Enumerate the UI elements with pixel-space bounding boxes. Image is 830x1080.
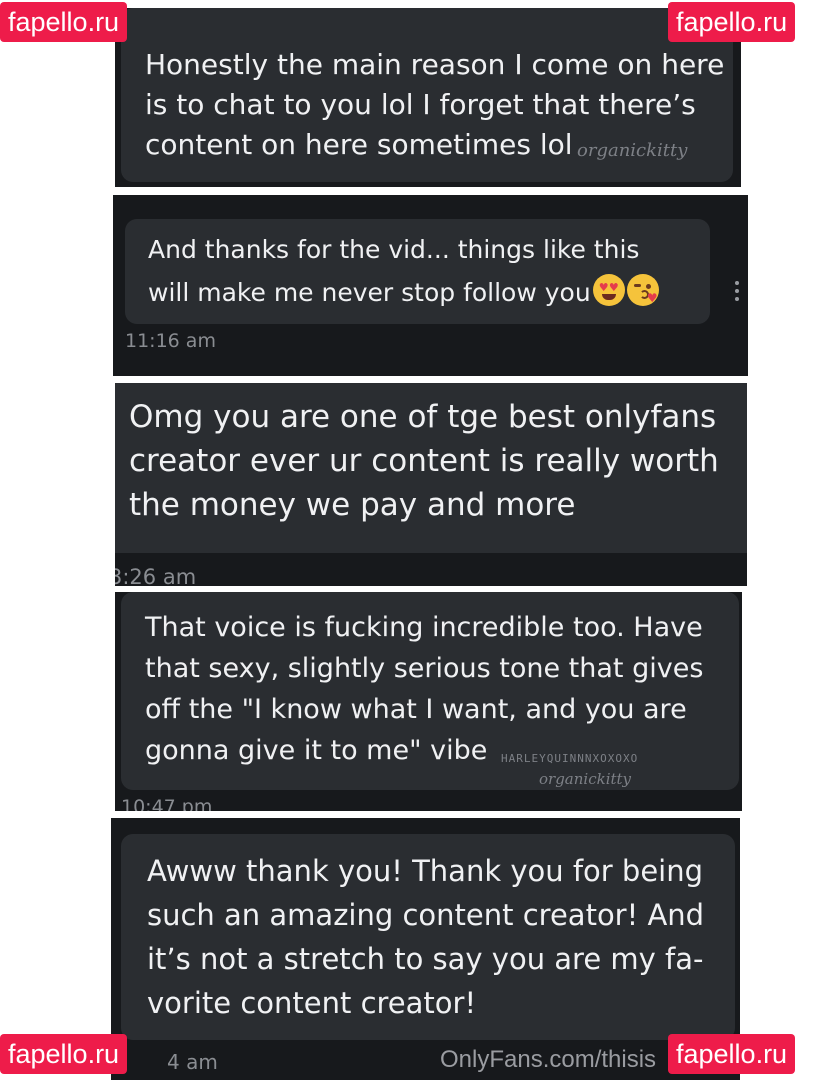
site-watermark-badge: fapello.ru	[0, 1034, 128, 1074]
heart-eyes-emoji-icon: ♥ ♥	[592, 274, 625, 306]
chat-screenshot-2: And thanks for the vid... things like th…	[113, 195, 748, 376]
site-watermark-badge: fapello.ru	[0, 2, 128, 42]
message-line: creator ever ur content is really worth	[129, 443, 719, 479]
chat-screenshot-3: Omg you are one of tge best onlyfans cre…	[115, 383, 747, 586]
message-line: Omg you are one of tge best onlyfans	[129, 399, 717, 435]
site-name-part: fapello	[676, 7, 756, 37]
message-line: That voice is fucking incredible too. Ha…	[145, 612, 703, 643]
message-line: the money we pay and more	[129, 487, 576, 523]
message-line: such an amazing content creator! And	[147, 898, 705, 932]
message-timestamp: 4 am	[167, 1050, 218, 1074]
message-line: And thanks for the vid... things like th…	[148, 235, 640, 264]
message-line: will make me never stop follow you ♥ ♥ ♥	[148, 274, 659, 307]
site-watermark-badge: fapello.ru	[668, 1034, 796, 1074]
chat-screenshot-5: Awww thank you! Thank you for being such…	[111, 818, 740, 1080]
site-name-part: .ru	[755, 7, 788, 37]
message-timestamp: 11:16 am	[125, 330, 216, 352]
message-text: will make me never stop follow you	[148, 278, 591, 307]
message-line: it’s not a stretch to say you are my fa-	[147, 942, 704, 976]
chat-screenshot-1: Honestly the main reason I come on here …	[115, 8, 741, 187]
message-line: Honestly the main reason I come on here	[145, 48, 725, 81]
signature-watermark: organickitty	[539, 770, 632, 788]
signature-watermark: organickitty	[577, 140, 688, 161]
site-watermark-badge: fapello.ru	[668, 2, 796, 42]
more-options-icon[interactable]	[735, 281, 740, 305]
message-timestamp: 3:26 am	[115, 565, 197, 586]
message-line: off the "I know what I want, and you are	[145, 694, 687, 725]
message-line: gonna give it to me" vibe	[145, 735, 488, 766]
message-line: Awww thank you! Thank you for being	[147, 854, 704, 888]
message-line: vorite content creator!	[147, 986, 477, 1020]
onlyfans-url-watermark: OnlyFans.com/thisis	[440, 1046, 657, 1073]
message-line: that sexy, slightly serious tone that gi…	[145, 653, 704, 684]
message-timestamp: 10:47 pm	[121, 796, 213, 811]
chat-screenshot-4: That voice is fucking incredible too. Ha…	[115, 592, 742, 811]
message-line: content on here sometimes lol	[145, 128, 573, 161]
kiss-emoji-icon: ♥	[626, 274, 659, 306]
message-line: is to chat to you lol I forget that ther…	[145, 88, 696, 121]
signature-watermark: HARLEYQUINNNXOXOXO	[501, 752, 639, 765]
